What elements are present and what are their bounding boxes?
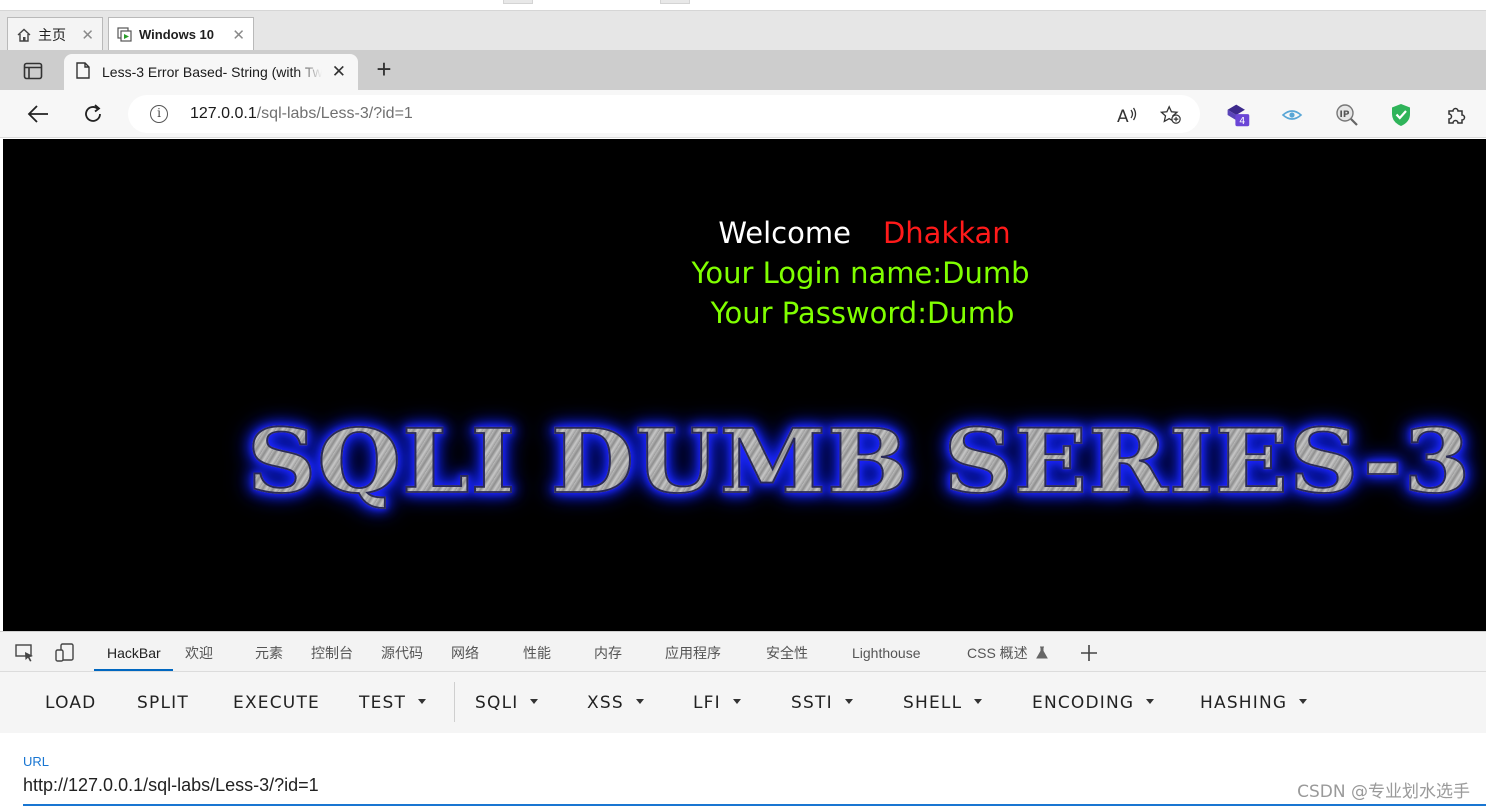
login-name-line: Your Login name:Dumb bbox=[691, 256, 1030, 290]
vm-icon bbox=[117, 26, 133, 43]
page-icon bbox=[76, 62, 90, 82]
tab-welcome[interactable]: 欢迎 bbox=[185, 632, 213, 671]
tab-application[interactable]: 应用程序 bbox=[665, 632, 721, 671]
new-tab-button[interactable]: + bbox=[370, 56, 398, 84]
hackbar-toolbar: LOAD SPLIT EXECUTE TEST SQLI XSS LFI SST… bbox=[0, 672, 1486, 733]
close-icon[interactable]: ✕ bbox=[232, 26, 245, 44]
close-icon[interactable]: ✕ bbox=[332, 62, 346, 82]
vm-top-strip bbox=[0, 0, 1486, 10]
vm-tab-home[interactable]: 主页 ✕ bbox=[7, 17, 103, 51]
address-row: i 127.0.0.1/sql-labs/Less-3/?id=1 A 4 IP bbox=[0, 90, 1486, 138]
chevron-down-icon bbox=[530, 698, 539, 704]
tab-network[interactable]: 网络 bbox=[451, 632, 479, 671]
tab-actions-icon[interactable] bbox=[14, 59, 52, 83]
load-button[interactable]: LOAD bbox=[45, 693, 96, 713]
tab-lighthouse[interactable]: Lighthouse bbox=[852, 632, 921, 671]
welcome-line: Welcome Dhakkan bbox=[718, 216, 1011, 250]
device-toolbar-icon[interactable] bbox=[54, 642, 76, 664]
refresh-icon[interactable] bbox=[79, 100, 107, 128]
series-banner: SQLI DUMB SERIES-3 bbox=[246, 408, 1472, 514]
tab-security[interactable]: 安全性 bbox=[766, 632, 808, 671]
svg-text:A: A bbox=[1117, 107, 1129, 125]
split-button[interactable]: SPLIT bbox=[137, 693, 189, 713]
test-menu[interactable]: TEST bbox=[359, 693, 427, 713]
xss-menu[interactable]: XSS bbox=[587, 693, 644, 713]
address-url[interactable]: 127.0.0.1/sql-labs/Less-3/?id=1 bbox=[190, 105, 413, 123]
chevron-down-icon bbox=[418, 698, 427, 704]
lfi-menu[interactable]: LFI bbox=[693, 693, 741, 713]
vm-tab-strip: 主页 ✕ Windows 10 ✕ bbox=[0, 10, 1486, 51]
welcome-user: Dhakkan bbox=[882, 216, 1011, 250]
devtools-panel: HackBar 欢迎 元素 控制台 源代码 网络 性能 内存 应用程序 安全性 … bbox=[0, 631, 1486, 809]
extension-hackbar-icon[interactable]: 4 bbox=[1225, 102, 1251, 128]
execute-button[interactable]: EXECUTE bbox=[233, 693, 320, 713]
page-content: Welcome Dhakkan Your Login name:Dumb Your… bbox=[3, 139, 1486, 631]
read-aloud-icon[interactable]: A bbox=[1116, 104, 1138, 126]
vm-handle bbox=[660, 0, 690, 4]
browser-tab-bar: Less-3 Error Based- String (with Twist) … bbox=[0, 50, 1486, 90]
chevron-down-icon bbox=[635, 698, 644, 704]
tab-hackbar[interactable]: HackBar bbox=[94, 632, 173, 671]
close-icon[interactable]: ✕ bbox=[81, 26, 94, 44]
chevron-down-icon bbox=[844, 698, 853, 704]
chevron-down-icon bbox=[974, 698, 983, 704]
vm-tab-label: 主页 bbox=[38, 26, 66, 43]
hashing-menu[interactable]: HASHING bbox=[1200, 693, 1308, 713]
flask-icon bbox=[1035, 646, 1048, 659]
password-line: Your Password:Dumb bbox=[710, 296, 1015, 330]
ssti-menu[interactable]: SSTI bbox=[791, 693, 853, 713]
tab-performance[interactable]: 性能 bbox=[523, 632, 551, 671]
url-input[interactable]: http://127.0.0.1/sql-labs/Less-3/?id=1 bbox=[23, 772, 1486, 806]
vm-tab-windows10[interactable]: Windows 10 ✕ bbox=[108, 17, 254, 51]
watermark: CSDN @专业划水选手 bbox=[1297, 782, 1470, 802]
inspect-element-icon[interactable] bbox=[14, 642, 36, 664]
extension-badge: 4 bbox=[1239, 116, 1245, 127]
extension-ip-icon[interactable]: IP bbox=[1334, 102, 1360, 128]
shell-menu[interactable]: SHELL bbox=[903, 693, 983, 713]
extension-shield-icon[interactable] bbox=[1388, 102, 1414, 128]
url-field-label: URL bbox=[23, 754, 50, 769]
tab-sources[interactable]: 源代码 bbox=[381, 632, 423, 671]
extensions-puzzle-icon[interactable] bbox=[1443, 102, 1469, 128]
vm-tab-label: Windows 10 bbox=[139, 27, 215, 42]
home-icon bbox=[16, 27, 32, 43]
encoding-menu[interactable]: ENCODING bbox=[1032, 693, 1155, 713]
chevron-down-icon bbox=[1146, 698, 1155, 704]
tab-memory[interactable]: 内存 bbox=[594, 632, 622, 671]
tab-elements[interactable]: 元素 bbox=[255, 632, 283, 671]
chevron-down-icon bbox=[1299, 698, 1308, 704]
browser-tab-title: Less-3 Error Based- String (with Twist) bbox=[102, 64, 322, 80]
browser-tab-active[interactable]: Less-3 Error Based- String (with Twist) … bbox=[64, 54, 358, 90]
extension-eye-icon[interactable] bbox=[1279, 102, 1305, 128]
address-bar[interactable]: i 127.0.0.1/sql-labs/Less-3/?id=1 A bbox=[128, 95, 1200, 133]
sqli-menu[interactable]: SQLI bbox=[475, 693, 539, 713]
svg-text:IP: IP bbox=[1340, 110, 1350, 120]
info-icon[interactable]: i bbox=[150, 105, 168, 123]
chevron-down-icon bbox=[732, 698, 741, 704]
vm-handle bbox=[503, 0, 533, 4]
back-icon[interactable] bbox=[24, 100, 52, 128]
toolbar-divider bbox=[454, 682, 455, 722]
more-tools-plus-icon[interactable] bbox=[1078, 642, 1100, 664]
tab-css-overview[interactable]: CSS 概述 bbox=[967, 632, 1048, 671]
tab-console[interactable]: 控制台 bbox=[311, 632, 353, 671]
add-favorite-icon[interactable] bbox=[1160, 104, 1182, 126]
devtools-tab-bar: HackBar 欢迎 元素 控制台 源代码 网络 性能 内存 应用程序 安全性 … bbox=[0, 632, 1486, 672]
